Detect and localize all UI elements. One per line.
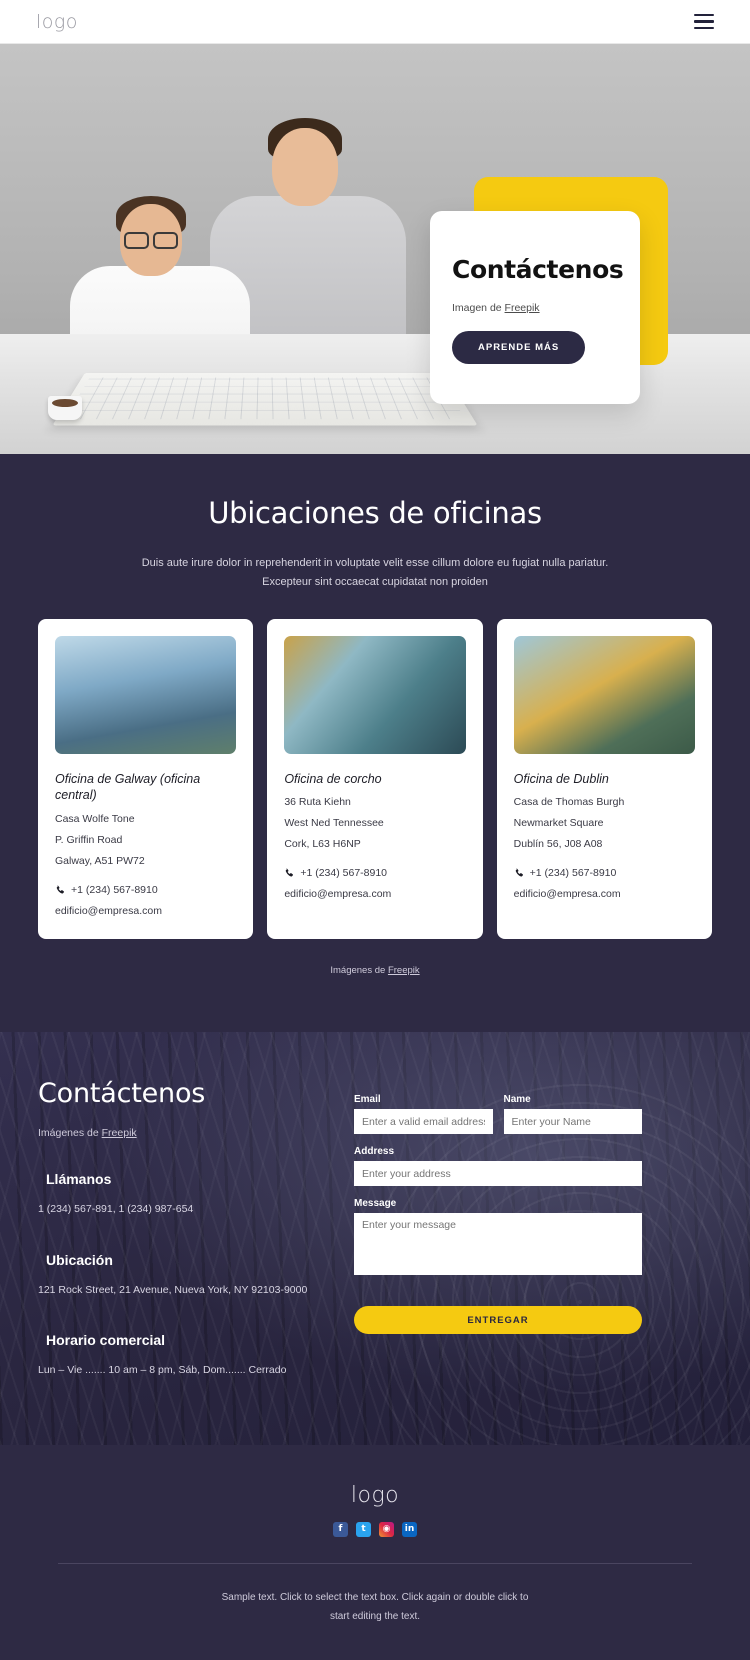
- hero-card: Contáctenos Imagen de Freepik APRENDE MÁ…: [430, 211, 640, 404]
- hero-title: Contáctenos: [452, 255, 624, 284]
- email-label: Email: [354, 1094, 381, 1106]
- office-card-email[interactable]: edificio@empresa.com: [284, 888, 465, 900]
- office-card[interactable]: Oficina de Dublin Casa de Thomas Burgh N…: [496, 618, 712, 940]
- hero-section: Contáctenos Imagen de Freepik APRENDE MÁ…: [0, 44, 750, 454]
- page-root: logo Contáctenos Imagen de Freepik APREN…: [0, 0, 750, 1660]
- office-card-address-line: Dublín 56, J08 A08: [513, 838, 603, 851]
- call-us-text: 1 (234) 567-891, 1 (234) 987-654: [38, 1203, 194, 1216]
- phone-icon: [56, 885, 64, 894]
- hours-block: Horario comercial Lun – Vie ....... 10 a…: [38, 1332, 338, 1380]
- offices-subtitle-line1: Duis aute irure dolor in reprehenderit i…: [141, 557, 609, 569]
- hero-credit-prefix: Imagen de: [452, 302, 505, 314]
- hours-heading: Horario comercial: [46, 1332, 166, 1349]
- contact-info: Contáctenos Imágenes de Freepik Llámanos…: [38, 1078, 338, 1380]
- location-text: 121 Rock Street, 21 Avenue, Nueva York, …: [38, 1283, 308, 1296]
- submit-button[interactable]: ENTREGAR: [354, 1306, 642, 1335]
- office-card-address-line: Casa de Thomas Burgh: [513, 796, 625, 809]
- office-card-address-line: Newmarket Square: [513, 817, 604, 830]
- office-card-address-line: Galway, A51 PW72: [55, 855, 145, 868]
- offices-credit-prefix: Imágenes de: [330, 965, 388, 977]
- offices-credit-link[interactable]: Freepik: [388, 965, 420, 976]
- office-card-address-line: P. Griffin Road: [55, 834, 123, 847]
- footer-note-line1: Sample text. Click to select the text bo…: [221, 1591, 529, 1603]
- footer-note-line2: start editing the text.: [329, 1610, 421, 1622]
- footer-divider: [58, 1562, 692, 1564]
- social-links: f t ◉ in: [0, 1521, 750, 1537]
- contact-credit-link[interactable]: Freepik: [102, 1127, 137, 1139]
- office-card-phone-text: +1 (234) 567-8910: [71, 884, 158, 897]
- hours-text: Lun – Vie ....... 10 am – 8 pm, Sáb, Dom…: [38, 1364, 287, 1377]
- call-us-heading: Llámanos: [46, 1171, 112, 1188]
- message-label: Message: [354, 1198, 397, 1210]
- hero-image-credit: Imagen de Freepik: [452, 302, 618, 314]
- hero-credit-link[interactable]: Freepik: [505, 302, 540, 314]
- site-header: logo: [0, 0, 750, 44]
- call-us-block: Llámanos 1 (234) 567-891, 1 (234) 987-65…: [38, 1171, 338, 1219]
- email-input[interactable]: [354, 1109, 493, 1135]
- contact-form: Email Name Address Message ENTREGA: [354, 1078, 642, 1380]
- location-block: Ubicación 121 Rock Street, 21 Avenue, Nu…: [38, 1252, 338, 1300]
- office-card-image: [284, 635, 466, 754]
- office-card-image: [55, 635, 237, 754]
- office-card[interactable]: Oficina de corcho 36 Ruta Kiehn West Ned…: [267, 618, 483, 940]
- office-card-address-line: West Ned Tennessee: [284, 817, 384, 830]
- offices-section: Ubicaciones de oficinas Duis aute irure …: [0, 454, 750, 1033]
- address-label: Address: [354, 1146, 395, 1158]
- office-card-phone-text: +1 (234) 567-8910: [300, 867, 388, 880]
- offices-subtitle-line2: Excepteur sint occaecat cupidatat non pr…: [262, 576, 488, 589]
- offices-subtitle: Duis aute irure dolor in reprehenderit i…: [0, 554, 750, 593]
- office-card[interactable]: Oficina de Galway (oficina central) Casa…: [38, 618, 254, 940]
- office-card-address-line: Casa Wolfe Tone: [55, 813, 135, 826]
- footer-logo[interactable]: logo: [0, 1483, 750, 1508]
- header-logo[interactable]: logo: [36, 11, 78, 33]
- instagram-icon[interactable]: ◉: [379, 1521, 394, 1537]
- office-card-title: Oficina de Galway (oficina central): [55, 771, 201, 803]
- office-card-phone[interactable]: +1 (234) 567-8910: [514, 867, 695, 879]
- name-label: Name: [503, 1094, 531, 1106]
- contact-credit-prefix: Imágenes de: [38, 1127, 102, 1140]
- office-card-email[interactable]: edificio@empresa.com: [514, 888, 695, 900]
- name-input[interactable]: [503, 1109, 642, 1135]
- site-footer: logo f t ◉ in Sample text. Click to sele…: [0, 1444, 750, 1660]
- contact-title: Contáctenos: [38, 1078, 206, 1110]
- address-input[interactable]: [354, 1161, 642, 1187]
- office-card-address-line: Cork, L63 H6NP: [284, 838, 361, 851]
- office-card-phone[interactable]: +1 (234) 567-8910: [284, 867, 465, 879]
- message-input[interactable]: [354, 1213, 642, 1276]
- hamburger-menu-icon[interactable]: [694, 14, 714, 29]
- office-card-phone[interactable]: +1 (234) 567-8910: [55, 884, 236, 896]
- linkedin-icon[interactable]: in: [402, 1521, 417, 1537]
- learn-more-button[interactable]: APRENDE MÁS: [452, 331, 586, 364]
- phone-icon: [515, 868, 523, 877]
- office-card-email[interactable]: edificio@empresa.com: [55, 905, 236, 917]
- offices-image-credit: Imágenes de Freepik: [0, 965, 750, 976]
- offices-title: Ubicaciones de oficinas: [208, 496, 542, 530]
- office-card-phone-text: +1 (234) 567-8910: [529, 867, 617, 880]
- phone-icon: [286, 868, 294, 877]
- office-card-title: Oficina de corcho: [284, 771, 382, 786]
- facebook-icon[interactable]: f: [333, 1521, 348, 1537]
- office-card-image: [513, 635, 695, 754]
- office-cards: Oficina de Galway (oficina central) Casa…: [0, 618, 750, 940]
- twitter-icon[interactable]: t: [356, 1521, 371, 1537]
- contact-image-credit: Imágenes de Freepik: [38, 1127, 338, 1139]
- contact-section: Contáctenos Imágenes de Freepik Llámanos…: [0, 1032, 750, 1445]
- footer-note: Sample text. Click to select the text bo…: [0, 1588, 750, 1626]
- location-heading: Ubicación: [46, 1251, 113, 1268]
- office-card-address-line: 36 Ruta Kiehn: [284, 796, 351, 809]
- office-card-title: Oficina de Dublin: [513, 771, 609, 786]
